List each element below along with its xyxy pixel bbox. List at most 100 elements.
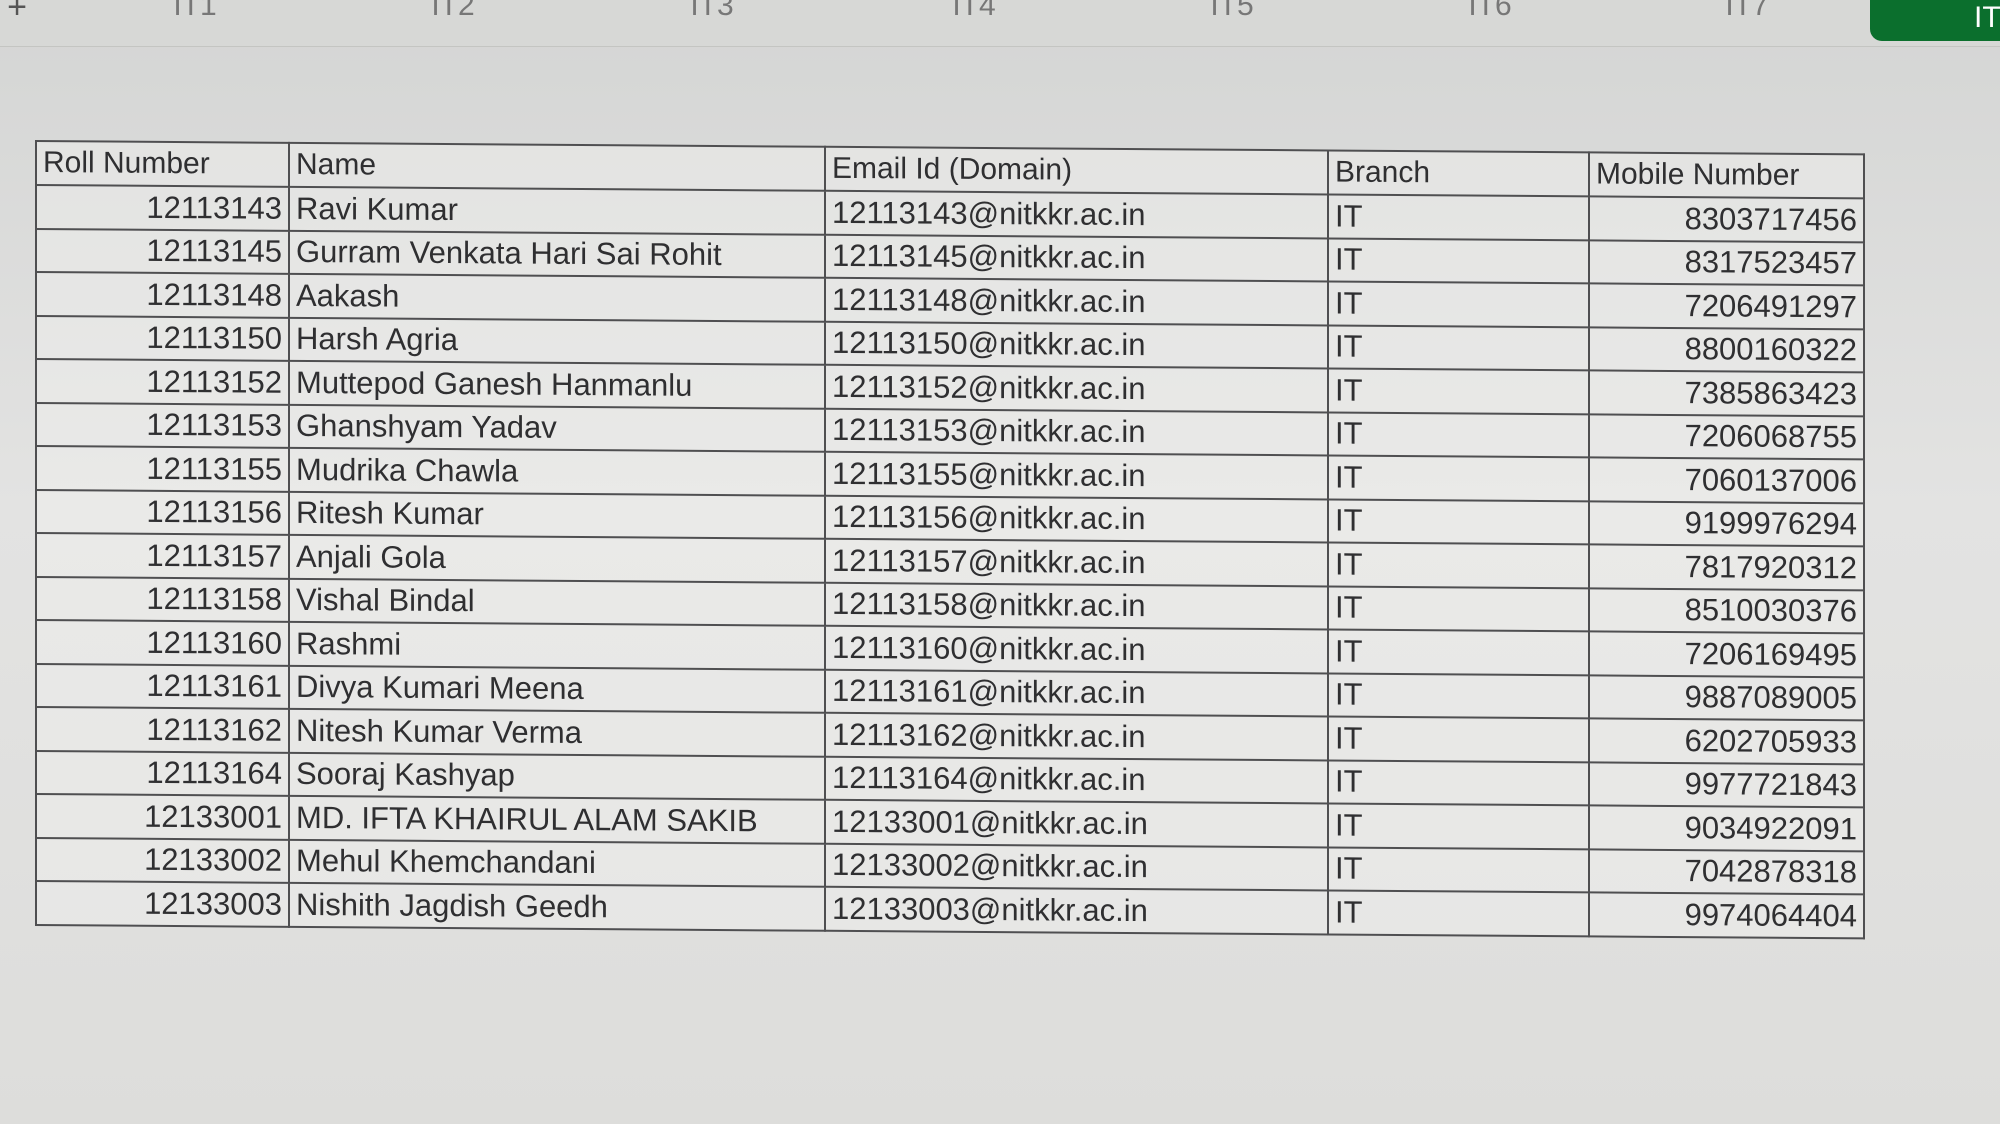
name-cell[interactable]: Ghanshyam Yadav: [289, 404, 825, 452]
roll-number-cell[interactable]: 12113162: [36, 707, 289, 753]
roll-number-cell[interactable]: 12113152: [36, 359, 289, 405]
mobile-number-cell[interactable]: 7817920312: [1589, 544, 1864, 590]
roll-number-cell[interactable]: 12113150: [36, 315, 289, 361]
name-cell[interactable]: Sooraj Kashyap: [289, 752, 825, 800]
email-cell[interactable]: 12113162@nitkkr.ac.in: [825, 712, 1328, 760]
branch-cell[interactable]: IT: [1328, 629, 1589, 675]
email-cell[interactable]: 12133001@nitkkr.ac.in: [825, 799, 1328, 847]
mobile-number-cell[interactable]: 6202705933: [1589, 718, 1864, 764]
mobile-number-header[interactable]: Mobile Number: [1589, 152, 1864, 199]
name-cell[interactable]: Gurram Venkata Hari Sai Rohit: [289, 230, 825, 278]
branch-cell[interactable]: IT: [1328, 846, 1589, 893]
mobile-number-cell[interactable]: 9199976294: [1589, 500, 1864, 547]
name-cell[interactable]: Harsh Agria: [289, 317, 825, 365]
name-cell[interactable]: Vishal Bindal: [289, 578, 825, 626]
mobile-number-cell[interactable]: 8303717456: [1589, 196, 1864, 242]
name-cell[interactable]: MD. IFTA KHAIRUL ALAM SAKIB: [289, 795, 825, 844]
email-cell[interactable]: 12113164@nitkkr.ac.in: [825, 756, 1328, 804]
branch-cell[interactable]: IT: [1328, 498, 1589, 545]
email-cell[interactable]: 12133003@nitkkr.ac.in: [825, 886, 1328, 934]
roll-number-cell[interactable]: 12113145: [36, 228, 289, 274]
name-cell[interactable]: Rashmi: [289, 621, 825, 670]
email-header[interactable]: Email Id (Domain): [825, 146, 1328, 195]
roll-number-cell[interactable]: 12113164: [36, 750, 289, 796]
sheet-tab-it6[interactable]: IT6: [1430, 0, 1550, 24]
name-cell[interactable]: Ravi Kumar: [289, 186, 825, 235]
branch-cell[interactable]: IT: [1328, 281, 1589, 327]
roll-number-cell[interactable]: 12113156: [36, 489, 289, 535]
branch-cell[interactable]: IT: [1328, 368, 1589, 414]
name-header[interactable]: Name: [289, 142, 825, 191]
email-cell[interactable]: 12113161@nitkkr.ac.in: [825, 669, 1328, 717]
mobile-number-cell[interactable]: 7206169495: [1589, 631, 1864, 677]
email-cell[interactable]: 12113160@nitkkr.ac.in: [825, 625, 1328, 673]
student-table-region: Roll Number Name Email Id (Domain) Branc…: [35, 140, 1865, 955]
email-cell[interactable]: 12113148@nitkkr.ac.in: [825, 277, 1328, 325]
mobile-number-cell[interactable]: 8800160322: [1589, 326, 1864, 373]
name-cell[interactable]: Mehul Khemchandani: [289, 839, 825, 887]
sheet-tab-it1[interactable]: IT1: [135, 0, 255, 24]
roll-number-cell[interactable]: 12133002: [36, 837, 289, 883]
email-cell[interactable]: 12113158@nitkkr.ac.in: [825, 582, 1328, 630]
sheet-tab-it7[interactable]: IT7: [1687, 0, 1807, 24]
branch-cell[interactable]: IT: [1328, 803, 1589, 849]
branch-cell[interactable]: IT: [1328, 542, 1589, 588]
branch-cell[interactable]: IT: [1328, 324, 1589, 371]
branch-cell[interactable]: IT: [1328, 759, 1589, 806]
roll-number-cell[interactable]: 12113153: [36, 402, 289, 448]
sheet-tab-it4[interactable]: IT4: [914, 0, 1034, 24]
name-cell[interactable]: Mudrika Chawla: [289, 447, 825, 496]
sheet-tab-active[interactable]: IT: [1870, 0, 2000, 41]
email-cell[interactable]: 12113157@nitkkr.ac.in: [825, 538, 1328, 586]
sheet-tab-it2[interactable]: IT2: [393, 0, 513, 24]
mobile-number-cell[interactable]: 9034922091: [1589, 805, 1864, 851]
name-cell[interactable]: Aakash: [289, 273, 825, 322]
email-cell[interactable]: 12113150@nitkkr.ac.in: [825, 321, 1328, 369]
roll-number-cell[interactable]: 12133001: [36, 794, 289, 840]
roll-number-cell[interactable]: 12113157: [36, 533, 289, 579]
mobile-number-cell[interactable]: 8317523457: [1589, 239, 1864, 286]
roll-number-cell[interactable]: 12113143: [36, 185, 289, 231]
roll-number-cell[interactable]: 12113158: [36, 576, 289, 622]
name-cell[interactable]: Muttepod Ganesh Hanmanlu: [289, 360, 825, 409]
email-cell[interactable]: 12113155@nitkkr.ac.in: [825, 451, 1328, 499]
roll-number-cell[interactable]: 12113148: [36, 272, 289, 318]
branch-cell[interactable]: IT: [1328, 455, 1589, 501]
email-cell[interactable]: 12113143@nitkkr.ac.in: [825, 190, 1328, 238]
name-cell[interactable]: Divya Kumari Meena: [289, 665, 825, 713]
mobile-number-cell[interactable]: 7206068755: [1589, 413, 1864, 460]
roll-number-cell[interactable]: 12113155: [36, 446, 289, 492]
sheet-tab-it3[interactable]: IT3: [652, 0, 772, 24]
email-cell[interactable]: 12133002@nitkkr.ac.in: [825, 843, 1328, 891]
branch-cell[interactable]: IT: [1328, 672, 1589, 719]
mobile-number-cell[interactable]: 9974064404: [1589, 892, 1864, 938]
mobile-number-cell[interactable]: 7042878318: [1589, 848, 1864, 895]
mobile-number-cell[interactable]: 7385863423: [1589, 370, 1864, 416]
mobile-number-cell[interactable]: 7060137006: [1589, 457, 1864, 503]
branch-cell[interactable]: IT: [1328, 585, 1589, 632]
name-cell[interactable]: Nitesh Kumar Verma: [289, 708, 825, 757]
branch-cell[interactable]: IT: [1328, 237, 1589, 284]
email-cell[interactable]: 12113156@nitkkr.ac.in: [825, 495, 1328, 543]
email-cell[interactable]: 12113145@nitkkr.ac.in: [825, 234, 1328, 282]
mobile-number-cell[interactable]: 9977721843: [1589, 761, 1864, 808]
email-cell[interactable]: 12113152@nitkkr.ac.in: [825, 364, 1328, 412]
sheet-tab-it5[interactable]: IT5: [1172, 0, 1292, 24]
branch-cell[interactable]: IT: [1328, 194, 1589, 240]
branch-cell[interactable]: IT: [1328, 411, 1589, 458]
name-cell[interactable]: Anjali Gola: [289, 534, 825, 583]
add-sheet-button[interactable]: +: [0, 0, 34, 24]
mobile-number-cell[interactable]: 7206491297: [1589, 283, 1864, 329]
branch-cell[interactable]: IT: [1328, 890, 1589, 936]
name-cell[interactable]: Ritesh Kumar: [289, 491, 825, 539]
roll-number-header[interactable]: Roll Number: [36, 141, 289, 187]
mobile-number-cell[interactable]: 8510030376: [1589, 587, 1864, 634]
roll-number-cell[interactable]: 12133003: [36, 881, 289, 927]
roll-number-cell[interactable]: 12113161: [36, 663, 289, 709]
roll-number-cell[interactable]: 12113160: [36, 620, 289, 666]
name-cell[interactable]: Nishith Jagdish Geedh: [289, 882, 825, 931]
branch-header[interactable]: Branch: [1328, 150, 1589, 197]
mobile-number-cell[interactable]: 9887089005: [1589, 674, 1864, 721]
email-cell[interactable]: 12113153@nitkkr.ac.in: [825, 408, 1328, 456]
branch-cell[interactable]: IT: [1328, 716, 1589, 762]
